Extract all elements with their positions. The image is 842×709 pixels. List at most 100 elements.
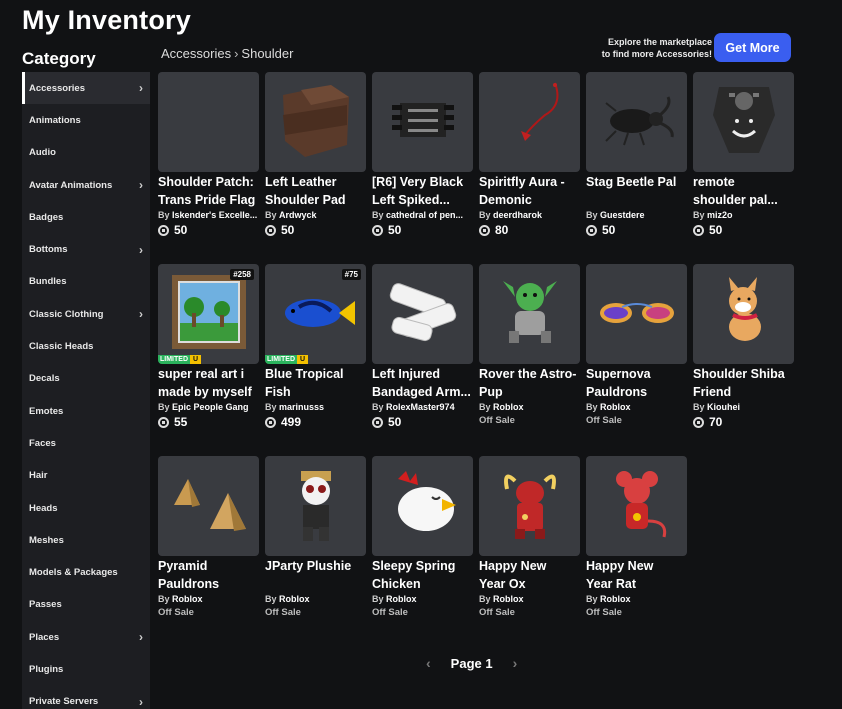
creator-name[interactable]: cathedral of pen... [386, 210, 463, 220]
item-thumbnail[interactable] [693, 72, 794, 172]
item-price: 50 [693, 223, 794, 237]
sidebar-item-bottoms[interactable]: Bottoms › [22, 233, 150, 265]
item-name[interactable]: Sleepy Spring Chicken [372, 557, 473, 593]
sidebar-item-classic-clothing[interactable]: Classic Clothing › [22, 298, 150, 330]
creator-name[interactable]: Roblox [279, 594, 310, 604]
item-name[interactable]: Blue Tropical Fish [265, 365, 366, 401]
item-thumbnail[interactable] [372, 264, 473, 364]
item-thumbnail[interactable] [372, 72, 473, 172]
sidebar-item-passes[interactable]: Passes [22, 589, 150, 621]
sidebar-item-label: Meshes [29, 534, 64, 546]
creator-name[interactable]: Kiouhei [707, 402, 740, 412]
sidebar-item-heads[interactable]: Heads [22, 492, 150, 524]
item-card[interactable]: Pyramid Pauldrons By Roblox Off Sale [158, 456, 259, 648]
item-card[interactable]: Happy New Year Rat By Roblox Off Sale [586, 456, 687, 648]
item-name[interactable]: Supernova Pauldrons [586, 365, 687, 401]
item-card[interactable]: #75 LIMITED U Blue Tropical Fish By marinusss… [265, 264, 366, 456]
creator-name[interactable]: Guestdere [600, 210, 645, 220]
item-card[interactable]: [R6] Very Black Left Spiked... By cathedra… [372, 72, 473, 264]
creator-name[interactable]: Epic People Gang [172, 402, 249, 412]
item-name[interactable]: Happy New Year Ox [479, 557, 580, 593]
item-thumbnail[interactable] [479, 72, 580, 172]
creator-name[interactable]: Roblox [600, 594, 631, 604]
item-card[interactable]: Shoulder Patch: Trans Pride Flag By Iskend… [158, 72, 259, 264]
item-card[interactable]: remote shoulder pal... By miz2o 50 [693, 72, 794, 264]
item-thumbnail[interactable]: #75 LIMITED U [265, 264, 366, 364]
item-card[interactable]: Happy New Year Ox By Roblox Off Sale [479, 456, 580, 648]
prev-page-icon[interactable]: ‹ [426, 655, 431, 671]
creator-name[interactable]: marinusss [279, 402, 324, 412]
item-price: 499 [265, 415, 366, 429]
sidebar-item-audio[interactable]: Audio [22, 137, 150, 169]
creator-name[interactable]: Roblox [386, 594, 417, 604]
sidebar-item-private-servers[interactable]: Private Servers › [22, 686, 150, 709]
get-more-button[interactable]: Get More [714, 33, 791, 62]
item-name[interactable]: Happy New Year Rat [586, 557, 687, 593]
item-card[interactable]: Left Leather Shoulder Pad By Ardwyck 50 [265, 72, 366, 264]
item-creator: By Epic People Gang [158, 402, 259, 412]
item-thumbnail[interactable] [586, 264, 687, 364]
marketplace-promo-text: Explore the marketplace to find more Acc… [602, 36, 712, 60]
creator-name[interactable]: Ardwyck [279, 210, 317, 220]
item-card[interactable]: Rover the Astro- Pup By Roblox Off Sale [479, 264, 580, 456]
creator-name[interactable]: Roblox [493, 594, 524, 604]
item-card[interactable]: Left Injured Bandaged Arm... By RolexMaste… [372, 264, 473, 456]
item-name[interactable]: remote shoulder pal... [693, 173, 794, 209]
item-name[interactable]: Stag Beetle Pal [586, 173, 687, 209]
item-name[interactable]: Rover the Astro- Pup [479, 365, 580, 401]
item-name[interactable]: Left Leather Shoulder Pad [265, 173, 366, 209]
item-name[interactable]: Shoulder Patch: Trans Pride Flag [158, 173, 259, 209]
item-name[interactable]: Spiritfly Aura - Demonic [479, 173, 580, 209]
sidebar-item-meshes[interactable]: Meshes [22, 524, 150, 556]
item-name[interactable]: Shoulder Shiba Friend [693, 365, 794, 401]
item-card[interactable]: Shoulder Shiba Friend By Kiouhei 70 [693, 264, 794, 456]
item-name[interactable]: Pyramid Pauldrons [158, 557, 259, 593]
item-name[interactable]: [R6] Very Black Left Spiked... [372, 173, 473, 209]
creator-name[interactable]: miz2o [707, 210, 733, 220]
item-thumbnail[interactable] [586, 72, 687, 172]
sidebar-item-classic-heads[interactable]: Classic Heads [22, 330, 150, 362]
item-thumbnail[interactable] [479, 456, 580, 556]
sidebar-item-emotes[interactable]: Emotes [22, 395, 150, 427]
item-name[interactable]: super real art i made by myself [158, 365, 259, 401]
item-thumbnail[interactable] [372, 456, 473, 556]
item-thumbnail[interactable] [158, 72, 259, 172]
creator-name[interactable]: Iskender's Excelle... [172, 210, 257, 220]
sidebar-item-accessories[interactable]: Accessories › [22, 72, 150, 105]
item-thumbnail[interactable] [479, 264, 580, 364]
sidebar-item-badges[interactable]: Badges [22, 201, 150, 233]
creator-name[interactable]: Roblox [600, 402, 631, 412]
sidebar-item-decals[interactable]: Decals [22, 363, 150, 395]
sidebar-item-animations[interactable]: Animations [22, 104, 150, 136]
sidebar-item-places[interactable]: Places › [22, 621, 150, 653]
item-name[interactable]: Left Injured Bandaged Arm... [372, 365, 473, 401]
creator-name[interactable]: Roblox [172, 594, 203, 604]
price-value: 80 [495, 223, 509, 237]
item-name[interactable]: JParty Plushie [265, 557, 366, 593]
sidebar-item-plugins[interactable]: Plugins [22, 653, 150, 685]
item-card[interactable]: Spiritfly Aura - Demonic By deerdharok 80 [479, 72, 580, 264]
item-thumbnail[interactable] [158, 456, 259, 556]
item-card[interactable]: Supernova Pauldrons By Roblox Off Sale [586, 264, 687, 456]
item-card[interactable]: #258 LIMITED Usuper real art i made by myse… [158, 264, 259, 456]
item-creator: By Roblox [586, 594, 687, 604]
item-card[interactable]: Sleepy Spring Chicken By Roblox Off Sale [372, 456, 473, 648]
next-page-icon[interactable]: › [513, 655, 518, 671]
item-card[interactable]: Stag Beetle Pal By Guestdere 50 [586, 72, 687, 264]
item-card[interactable]: JParty Plushie By Roblox Off Sale [265, 456, 366, 648]
creator-name[interactable]: Roblox [493, 402, 524, 412]
creator-by-label: By [372, 210, 384, 220]
item-thumbnail[interactable] [265, 456, 366, 556]
sidebar-item-avatar-animations[interactable]: Avatar Animations › [22, 169, 150, 201]
sidebar-item-hair[interactable]: Hair [22, 460, 150, 492]
breadcrumb-parent[interactable]: Accessories [161, 46, 231, 61]
sidebar-item-models-packages[interactable]: Models & Packages [22, 556, 150, 588]
item-thumbnail[interactable]: #258 LIMITED U [158, 264, 259, 364]
creator-name[interactable]: RolexMaster974 [386, 402, 455, 412]
sidebar-item-bundles[interactable]: Bundles [22, 266, 150, 298]
item-thumbnail[interactable] [265, 72, 366, 172]
sidebar-item-faces[interactable]: Faces [22, 427, 150, 459]
item-thumbnail[interactable] [693, 264, 794, 364]
creator-name[interactable]: deerdharok [493, 210, 542, 220]
item-thumbnail[interactable] [586, 456, 687, 556]
